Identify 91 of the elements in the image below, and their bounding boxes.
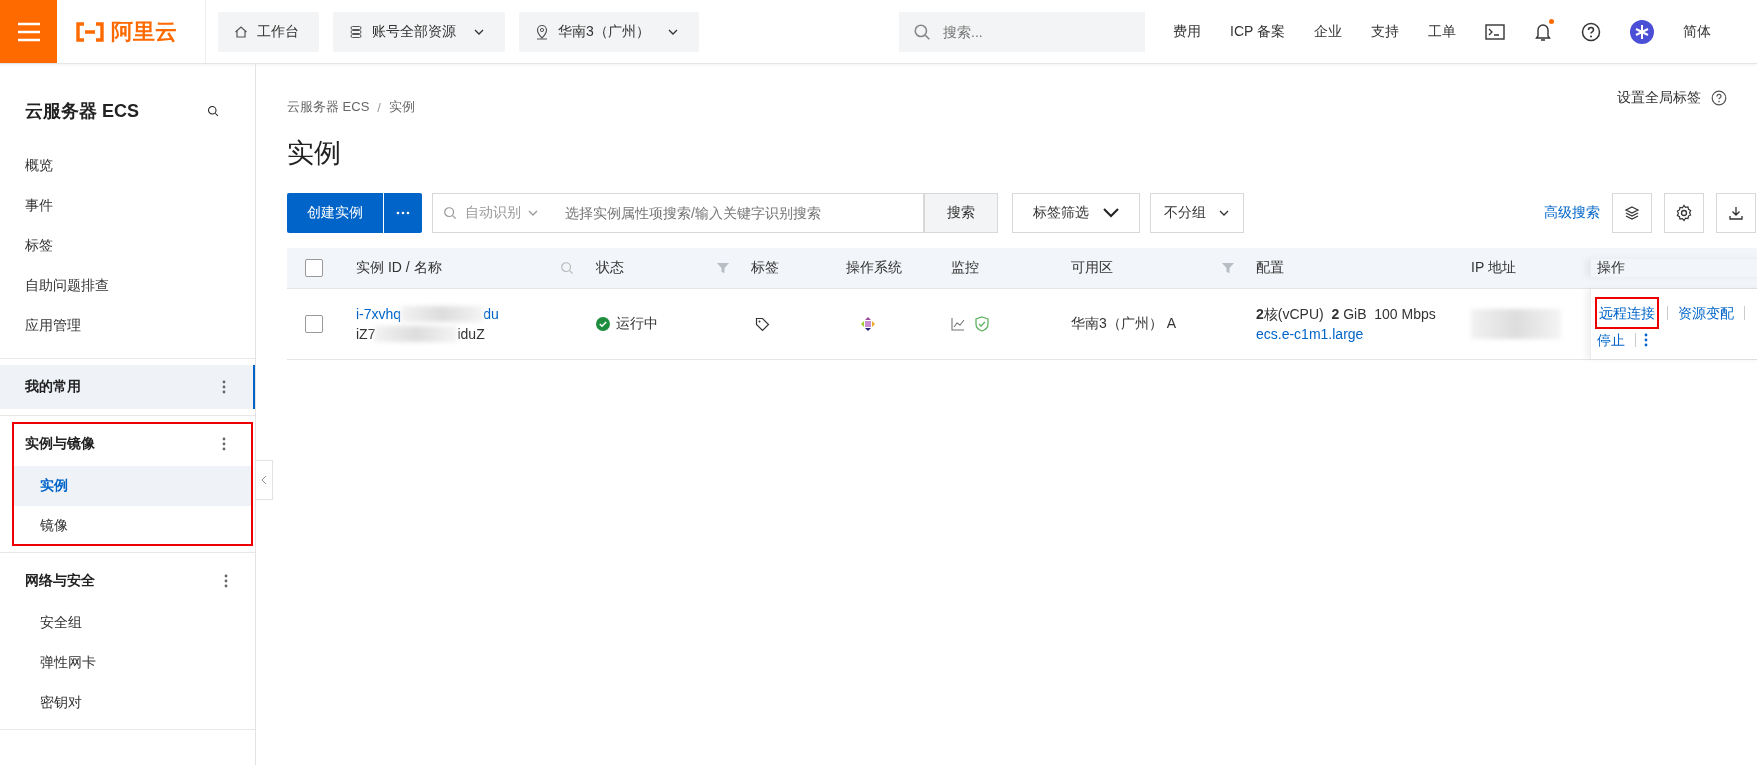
avatar-icon[interactable] [1630, 19, 1654, 44]
tag-icon[interactable] [755, 316, 770, 332]
terminal-icon[interactable] [1485, 22, 1505, 41]
row-checkbox[interactable] [305, 315, 323, 333]
search-field[interactable]: 搜索... [941, 22, 1125, 41]
status-text: 运行中 [616, 315, 658, 333]
column-header: 操作系统 [846, 259, 902, 277]
top-link[interactable]: 费用 [1173, 22, 1201, 41]
help-icon[interactable] [1711, 90, 1727, 106]
more-icon[interactable] [224, 574, 228, 588]
search-icon [207, 105, 219, 117]
sidebar-item[interactable]: 自助问题排查 [0, 266, 255, 306]
check-circle-icon [596, 317, 610, 331]
advanced-search-link[interactable]: 高级搜索 [1544, 204, 1600, 222]
nav-button[interactable]: 工作台 [218, 11, 319, 52]
more-icon[interactable] [1644, 333, 1648, 347]
column-header: 配置 [1256, 259, 1284, 277]
search-box[interactable]: 搜索... [899, 11, 1145, 52]
config-text: 2核(vCPU) 2 GiB 100 Mbps [1256, 305, 1436, 324]
instance-name: iZ7 [356, 325, 376, 344]
search-icon [913, 22, 931, 41]
column-header: 可用区 [1071, 259, 1113, 277]
ellipsis-icon [396, 211, 410, 215]
search-icon [443, 206, 457, 220]
sidebar-title: 云服务器 ECS [25, 100, 139, 123]
top-link[interactable]: 企业 [1314, 22, 1342, 41]
more-icon[interactable] [222, 437, 226, 451]
gear-icon [1675, 204, 1693, 222]
zone-text: 华南3（广州） A [1071, 315, 1176, 333]
layers-icon [1624, 205, 1640, 221]
line-chart-icon[interactable] [951, 317, 965, 331]
layers-button[interactable] [1612, 193, 1652, 233]
top-link[interactable]: ICP 备案 [1230, 22, 1285, 41]
sidebar-group[interactable]: 我的常用 [0, 365, 255, 409]
os-logo-icon [860, 316, 876, 332]
instance-id-link[interactable]: i-7xvhq [356, 304, 402, 324]
sidebar-item[interactable]: 应用管理 [0, 306, 255, 346]
home-icon [234, 24, 248, 39]
more-button[interactable] [383, 193, 422, 233]
action-link[interactable]: 资源变配 [1676, 302, 1736, 324]
top-link[interactable]: 工单 [1428, 22, 1456, 41]
nav-button[interactable]: 账号全部资源 [333, 11, 505, 52]
breadcrumb-item[interactable]: 云服务器 ECS [287, 98, 370, 116]
column-header: 实例 ID / 名称 [356, 259, 442, 277]
settings-button[interactable] [1664, 193, 1704, 233]
column-header: 操作 [1597, 259, 1625, 277]
sidebar-item[interactable]: 事件 [0, 186, 255, 226]
page-title: 实例 [287, 137, 342, 170]
language-link[interactable]: 简体 [1683, 22, 1711, 41]
sidebar-item[interactable]: 标签 [0, 226, 255, 266]
action-link[interactable]: 远程连接 [1595, 297, 1659, 329]
shield-check-icon[interactable] [975, 316, 989, 332]
logo-icon [75, 21, 105, 42]
column-header: 标签 [751, 259, 779, 277]
sidebar-item[interactable]: 密钥对 [0, 683, 255, 723]
instance-id-link[interactable]: du [483, 304, 499, 324]
sidebar-group[interactable]: 网络与安全 [0, 559, 255, 603]
instance-type-link[interactable]: ecs.e-c1m1.large [1256, 324, 1364, 344]
search-button[interactable]: 搜索 [924, 193, 998, 233]
action-link[interactable]: 停止 [1595, 329, 1627, 351]
tag-filter-dropdown[interactable]: 标签筛选 [1012, 193, 1140, 233]
column-header: 状态 [596, 259, 624, 277]
select-all-checkbox[interactable] [305, 259, 323, 277]
create-instance-button[interactable]: 创建实例 [287, 193, 383, 233]
help-icon[interactable] [1581, 21, 1601, 42]
sidebar-item[interactable]: 概览 [0, 146, 255, 186]
download-button[interactable] [1716, 193, 1756, 233]
sidebar-item[interactable]: 实例 [12, 466, 253, 506]
column-header: 监控 [951, 259, 979, 277]
chevron-down-icon [1103, 208, 1119, 218]
grouping-dropdown[interactable]: 不分组 [1150, 193, 1244, 233]
sidebar-item[interactable]: 弹性网卡 [0, 643, 255, 683]
search-icon [560, 261, 574, 275]
instance-name: iduZ [457, 325, 485, 344]
more-icon[interactable] [222, 380, 226, 394]
sidebar-group[interactable]: 实例与镜像 [12, 422, 253, 466]
menu-button[interactable] [0, 0, 57, 63]
stack-icon [349, 24, 363, 39]
menu-icon [16, 21, 41, 42]
bell-icon[interactable] [1534, 21, 1552, 42]
sidebar-item[interactable]: 镜像 [12, 506, 253, 546]
nav-button[interactable]: 华南3（广州） [519, 11, 699, 52]
breadcrumb-separator: / [377, 99, 381, 115]
column-header: IP 地址 [1471, 259, 1516, 277]
top-link[interactable]: 支持 [1371, 22, 1399, 41]
breadcrumb-item: 实例 [388, 98, 415, 116]
sidebar-item[interactable]: 安全组 [0, 603, 255, 643]
download-icon [1728, 205, 1744, 221]
collapse-handle[interactable] [256, 460, 273, 500]
global-tag-link[interactable]: 设置全局标签 [1617, 89, 1701, 107]
location-pin-icon [535, 23, 549, 40]
